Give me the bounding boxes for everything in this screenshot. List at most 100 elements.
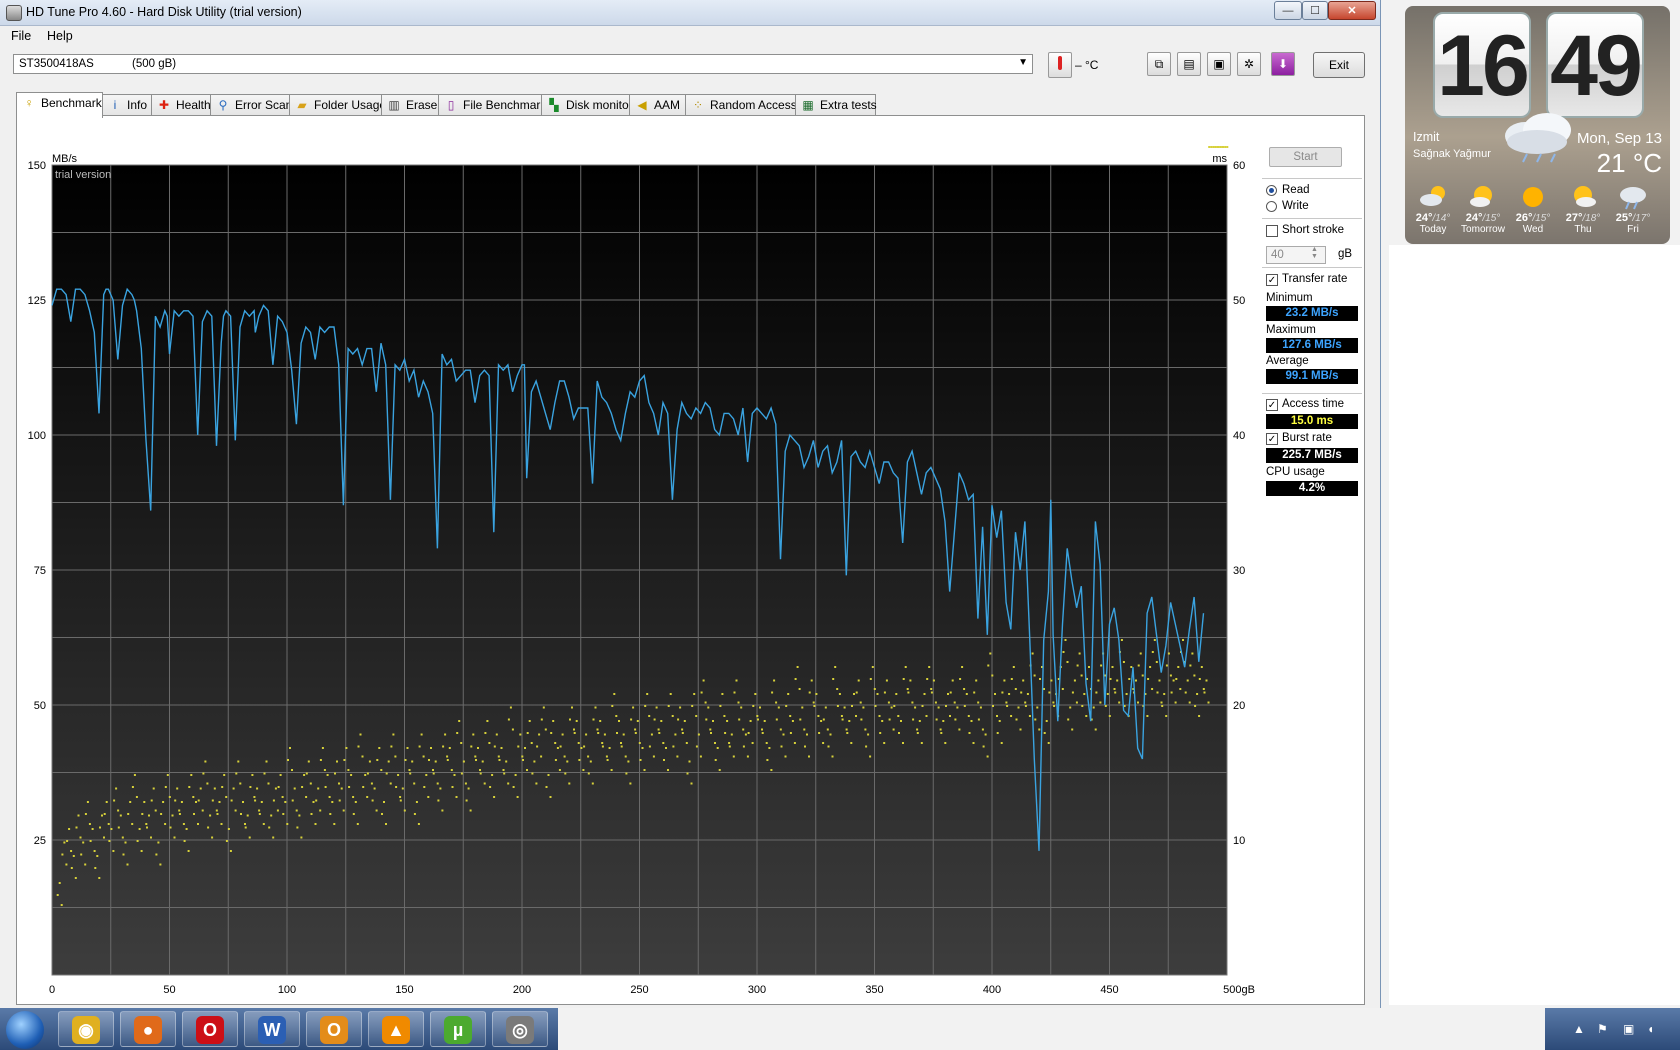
tab-random-access[interactable]: ⁘ Random Access	[685, 94, 797, 116]
access-time-point	[486, 720, 489, 722]
access-time-point	[944, 742, 947, 744]
access-time-point	[423, 786, 426, 788]
temperature-value: – °C	[1075, 58, 1099, 72]
menu-file[interactable]: File	[11, 29, 31, 43]
access-time-point	[1003, 679, 1006, 682]
access-time-point	[620, 745, 623, 748]
access-time-point	[620, 742, 622, 744]
taskbar-app-word[interactable]: W	[244, 1011, 300, 1047]
access-time-point	[395, 786, 398, 788]
exit-button[interactable]: Exit	[1313, 52, 1365, 78]
copy-screenshot-button[interactable]: ▤	[1177, 52, 1201, 76]
access-time-point	[362, 786, 365, 788]
access-time-point	[1094, 728, 1097, 731]
tab-extra-tests[interactable]: ▦ Extra tests	[795, 94, 877, 116]
start-button[interactable]	[6, 1011, 44, 1049]
access-time-point	[127, 813, 130, 815]
download-button[interactable]: ⬇	[1271, 52, 1295, 76]
access-time-point	[465, 799, 468, 802]
access-time-point	[930, 688, 933, 690]
taskbar-app-firefox[interactable]: ●	[120, 1011, 176, 1047]
minimize-button[interactable]: —	[1274, 1, 1302, 20]
access-time-point	[840, 715, 843, 717]
network-icon[interactable]: ▣	[1623, 1022, 1634, 1036]
drive-select[interactable]: ST3500418AS (500 gB) ▼	[13, 54, 1033, 74]
close-button[interactable]: ✕	[1328, 1, 1376, 20]
access-time-point	[110, 828, 113, 830]
access-time-point	[1226, 146, 1229, 148]
taskbar-app-outlook[interactable]: O	[306, 1011, 362, 1047]
access-time-point	[836, 705, 839, 707]
copy-info-button[interactable]: ⧉	[1147, 52, 1171, 76]
access-time-point	[895, 693, 898, 695]
maximize-button[interactable]: ☐	[1302, 1, 1328, 20]
action-center-flag-icon[interactable]: ⚑	[1597, 1022, 1608, 1036]
access-time-point	[841, 718, 844, 721]
tab-info[interactable]: i Info	[102, 94, 152, 116]
access-time-point	[197, 799, 200, 802]
access-time-point	[1099, 701, 1102, 704]
tab-file-benchmark[interactable]: ▯ File Benchmark	[438, 94, 546, 116]
stepper-icon[interactable]: ▲ ▼	[1311, 246, 1318, 260]
access-time-point	[1214, 146, 1217, 148]
access-time-checkbox[interactable]: ✓	[1266, 399, 1278, 411]
access-time-point	[103, 836, 105, 839]
access-time-point	[838, 693, 841, 695]
benchmark-icon: ♀	[24, 96, 34, 110]
access-time-point	[1001, 691, 1004, 694]
title-bar[interactable]: HD Tune Pro 4.60 - Hard Disk Utility (tr…	[0, 0, 1380, 26]
access-time-point	[146, 826, 148, 829]
access-time-point	[422, 755, 425, 758]
tray-chevron-icon[interactable]: ▲	[1573, 1022, 1585, 1036]
volume-icon[interactable]: ◖	[1647, 1022, 1654, 1036]
access-time-point	[1151, 688, 1154, 690]
access-time-point	[646, 693, 649, 695]
tab-folder-usage[interactable]: ▰ Folder Usage	[289, 94, 386, 116]
tab-erase[interactable]: ▥ Erase	[381, 94, 439, 116]
word-icon: W	[258, 1016, 286, 1044]
tab-label: Info	[127, 98, 148, 112]
access-time-point	[846, 732, 849, 734]
access-time-point	[239, 782, 242, 785]
write-radio[interactable]	[1266, 201, 1277, 212]
weather-clock-gadget[interactable]: 16 49 Izmit Sağnak Yağmur Mon, Sep 13 21…	[1405, 6, 1670, 244]
access-time-point	[1210, 146, 1213, 148]
options-button[interactable]: ✲	[1237, 52, 1261, 76]
access-time-point	[192, 796, 195, 798]
access-time-point	[418, 745, 421, 748]
taskbar-app-hdtune[interactable]: ◎	[492, 1011, 548, 1047]
taskbar-app-utorrent[interactable]: µ	[430, 1011, 486, 1047]
tab-error-scan[interactable]: ⚲ Error Scan	[210, 94, 292, 116]
tab-health[interactable]: ✚ Health	[151, 94, 211, 116]
access-time-point	[258, 809, 261, 812]
taskbar-app-chrome[interactable]: ◉	[58, 1011, 114, 1047]
access-time-point	[483, 782, 486, 785]
start-button[interactable]: Start	[1269, 147, 1342, 167]
tab-label: AAM	[654, 98, 681, 112]
access-time-point	[213, 787, 216, 790]
access-time-point	[611, 705, 614, 707]
access-time-point	[947, 693, 949, 695]
tab-disk-monitor[interactable]: ▚ Disk monitor	[541, 94, 633, 116]
dropdown-arrow-icon[interactable]: ▼	[1018, 57, 1028, 68]
taskbar-app-opera[interactable]: O	[182, 1011, 238, 1047]
transfer-rate-checkbox[interactable]: ✓	[1266, 274, 1278, 286]
tab-aam[interactable]: ◀ AAM	[629, 94, 686, 116]
access-time-point	[909, 679, 912, 682]
save-button[interactable]: ▣	[1207, 52, 1231, 76]
access-time-point	[244, 823, 246, 825]
read-radio[interactable]	[1266, 185, 1277, 196]
access-time-point	[733, 691, 736, 694]
access-time-point	[408, 769, 411, 771]
menu-help[interactable]: Help	[47, 29, 73, 43]
taskbar-app-vlc[interactable]: ▲	[368, 1011, 424, 1047]
short-stroke-checkbox[interactable]	[1266, 225, 1278, 237]
access-time-point	[168, 796, 171, 798]
burst-rate-checkbox[interactable]: ✓	[1266, 433, 1278, 445]
access-time-point	[719, 705, 722, 707]
access-time-point	[874, 705, 877, 707]
access-time-point	[287, 759, 289, 761]
access-time-point	[441, 809, 444, 812]
tab-benchmark[interactable]: ♀ Benchmark	[16, 92, 103, 118]
access-time-point	[272, 799, 275, 802]
